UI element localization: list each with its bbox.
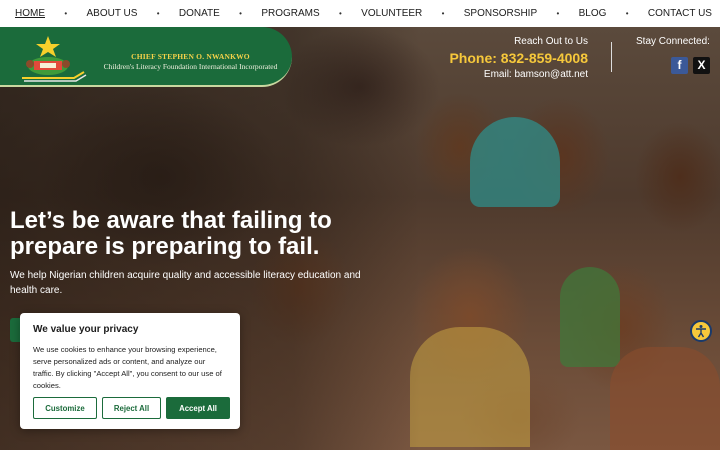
cookie-body: We use cookies to enhance your browsing … [33, 345, 222, 390]
foundation-logo[interactable] [18, 34, 90, 84]
nav-sponsorship[interactable]: SPONSORSHIP [464, 8, 537, 19]
customize-button[interactable]: Customize [33, 397, 97, 419]
x-twitter-icon[interactable]: X [693, 57, 710, 74]
facebook-icon[interactable]: f [671, 57, 688, 74]
accept-all-button[interactable]: Accept All [166, 397, 230, 419]
nav-contact-us[interactable]: CONTACT US [648, 8, 712, 19]
hero-photo-detail [610, 347, 720, 450]
brand-subtitle: Children's Literacy Foundation Internati… [103, 62, 278, 71]
nav-separator: • [239, 9, 242, 18]
brand-name: CHIEF STEPHEN O. NWANKWO [131, 52, 250, 61]
hero-photo-detail [470, 117, 560, 207]
reject-all-button[interactable]: Reject All [102, 397, 161, 419]
hero-photo-detail [410, 327, 530, 447]
contact-block: Reach Out to Us Phone: 832-859-4008 Emai… [449, 36, 588, 80]
nav-separator: • [625, 9, 629, 18]
header-divider [611, 42, 612, 72]
nav-blog[interactable]: BLOG [579, 8, 607, 19]
phone-link[interactable]: Phone: 832-859-4008 [449, 50, 588, 66]
nav-about-us[interactable]: ABOUT US [86, 8, 137, 19]
reach-label: Reach Out to Us [514, 36, 588, 47]
hero-headline: Let’s be aware that failing to prepare i… [10, 207, 332, 260]
nav-home[interactable]: HOME [15, 8, 45, 19]
nav-programs[interactable]: PROGRAMS [261, 8, 319, 19]
nav-separator: • [339, 9, 342, 18]
nav-separator: • [156, 9, 160, 18]
cookie-consent-dialog: We value your privacy We use cookies to … [20, 313, 240, 429]
stay-connected-label: Stay Connected: [636, 36, 710, 47]
brand-title[interactable]: CHIEF STEPHEN O. NWANKWO Children's Lite… [98, 52, 283, 71]
nav-separator: • [64, 9, 68, 18]
top-nav: HOME • ABOUT US • DONATE • PROGRAMS • VO… [0, 0, 720, 27]
cookie-title: We value your privacy [33, 324, 139, 335]
accessibility-icon[interactable] [690, 320, 712, 342]
nav-separator: • [441, 9, 445, 18]
nav-separator: • [556, 9, 560, 18]
accessibility-figure-icon [696, 325, 706, 338]
cookie-actions: Customize Reject All Accept All [33, 397, 230, 419]
hero-subtext: We help Nigerian children acquire qualit… [10, 270, 361, 296]
nav-volunteer[interactable]: VOLUNTEER [361, 8, 422, 19]
email-link[interactable]: Email: bamson@att.net [449, 69, 588, 80]
hero-photo-detail [560, 267, 620, 367]
nav-donate[interactable]: DONATE [179, 8, 220, 19]
